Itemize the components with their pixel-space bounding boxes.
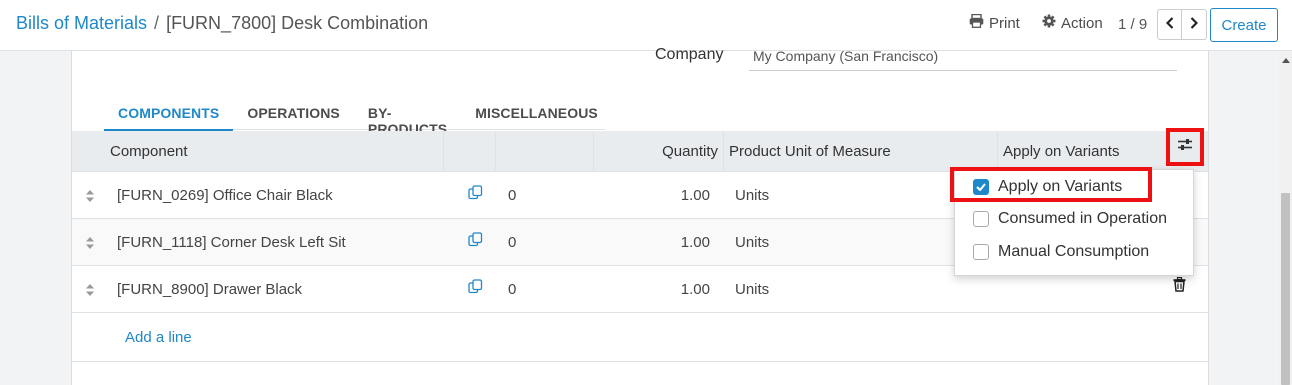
row-uom[interactable]: Units [735,172,769,219]
drag-handle-icon[interactable] [85,172,97,219]
optional-columns-dropdown: Apply on Variants Consumed in Operation … [954,169,1194,276]
copy-icon[interactable] [468,216,483,263]
option-apply-on-variants[interactable]: Apply on Variants [973,175,1122,199]
row-quantity[interactable]: 1.00 [632,219,710,266]
row-uom[interactable]: Units [735,219,769,266]
tab-by-products[interactable]: BY-PRODUCTS [354,98,461,137]
checkbox-checked-icon[interactable] [973,179,989,195]
print-button[interactable]: Print [969,13,1020,32]
option-label: Apply on Variants [998,178,1123,195]
gear-icon [1042,14,1056,32]
row-operations[interactable]: 0 [508,219,516,266]
company-field[interactable]: My Company (San Francisco) [749,48,1177,71]
action-button[interactable]: Action [1042,14,1103,32]
sliders-icon [1177,138,1193,156]
add-line-link[interactable]: Add a line [125,329,192,346]
tab-components[interactable]: COMPONENTS [104,98,234,131]
header-apply-on-variants[interactable]: Apply on Variants [997,131,1157,171]
option-consumed-in-operation[interactable]: Consumed in Operation [973,207,1167,231]
table-header: Component Quantity Product Unit of Measu… [72,131,1208,172]
create-button[interactable]: Create [1210,8,1278,42]
optional-columns-toggle[interactable] [1166,128,1204,166]
row-quantity[interactable]: 1.00 [632,266,710,313]
option-label: Consumed in Operation [998,210,1167,227]
copy-icon[interactable] [468,169,483,216]
chevron-right-icon [1190,16,1199,34]
pager-value[interactable]: 1 / 9 [1118,16,1147,33]
row-component[interactable]: [FURN_8900] Drawer Black [117,266,302,313]
drag-handle-icon[interactable] [85,219,97,266]
copy-icon[interactable] [468,263,483,310]
row-component[interactable]: [FURN_1118] Corner Desk Left Sit [117,219,346,266]
trash-icon[interactable] [1173,276,1186,297]
tab-miscellaneous[interactable]: MISCELLANEOUS [461,98,612,129]
scroll-thumb[interactable] [1281,193,1290,385]
header-operations-column [495,131,593,171]
header-component[interactable]: Component [105,131,443,171]
breadcrumb: Bills of Materials / [FURN_7800] Desk Comb… [16,13,428,34]
notebook-tabs: COMPONENTS OPERATIONS BY-PRODUCTS MISCEL… [104,98,605,137]
row-uom[interactable]: Units [735,266,769,313]
row-quantity[interactable]: 1.00 [632,172,710,219]
pager-previous-button[interactable] [1157,9,1182,40]
table-bottom-divider [72,361,1208,362]
control-panel: Bills of Materials / [FURN_7800] Desk Comb… [0,0,1292,51]
tab-operations[interactable]: OPERATIONS [233,98,354,129]
row-component[interactable]: [FURN_0269] Office Chair Black [117,172,333,219]
breadcrumb-current: [FURN_7800] Desk Combination [166,13,429,33]
option-label: Manual Consumption [998,243,1150,260]
row-operations[interactable]: 0 [508,266,516,313]
company-label: Company [655,46,724,63]
checkbox-icon[interactable] [973,244,989,260]
breadcrumb-bills-of-materials[interactable]: Bills of Materials [16,13,147,33]
print-icon [969,13,984,32]
print-label: Print [989,14,1020,32]
breadcrumb-separator: / [154,13,160,33]
header-quantity[interactable]: Quantity [593,131,723,171]
option-manual-consumption[interactable]: Manual Consumption [973,240,1149,264]
drag-handle-icon[interactable] [85,266,97,313]
checkbox-icon[interactable] [973,211,989,227]
scroll-up-icon[interactable] [1279,53,1292,67]
header-uom[interactable]: Product Unit of Measure [723,131,997,171]
pager-next-button[interactable] [1182,9,1207,40]
action-label: Action [1061,14,1103,32]
header-copy-column [443,131,495,171]
chevron-left-icon [1165,16,1174,34]
scrollbar[interactable] [1279,51,1292,385]
row-operations[interactable]: 0 [508,172,516,219]
header-handle-column [72,131,105,171]
